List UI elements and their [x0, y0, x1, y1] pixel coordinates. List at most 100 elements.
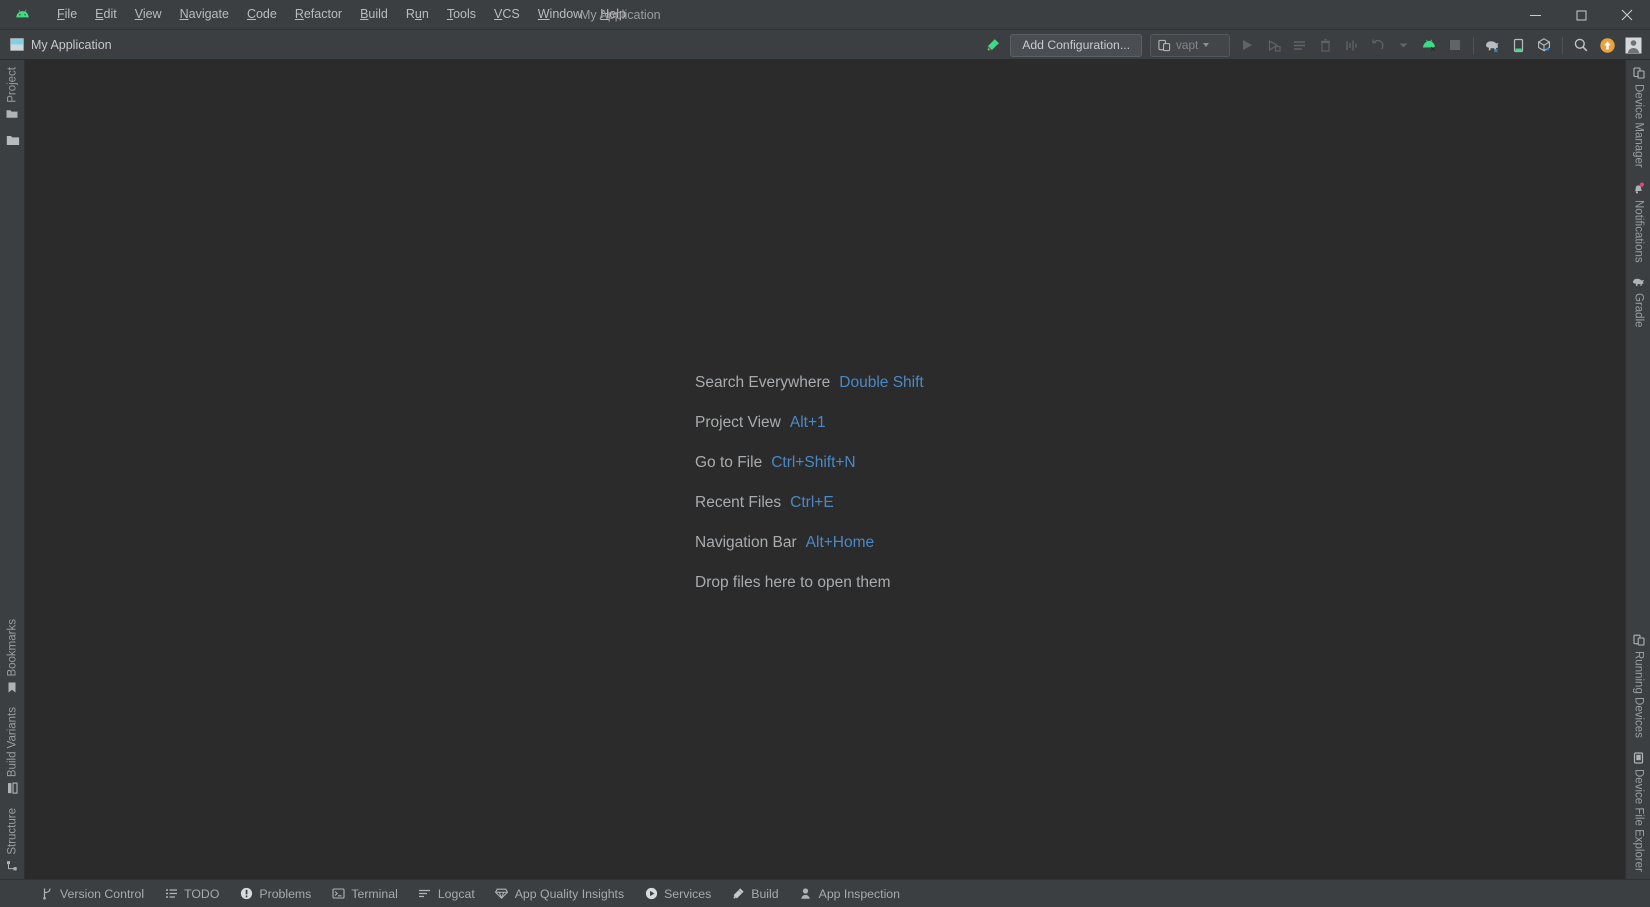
hint-action-label: Navigation Bar — [695, 534, 797, 552]
status-item-todo[interactable]: TODO — [154, 884, 229, 904]
hammer-build-icon[interactable] — [980, 33, 1006, 57]
terminal-icon — [331, 887, 345, 901]
toolbar-actions: Add Configuration... vapt — [980, 30, 1646, 60]
more-actions-dropdown[interactable] — [1390, 33, 1416, 57]
search-icon[interactable] — [1568, 33, 1594, 57]
toolbar-separator-2 — [1562, 37, 1563, 54]
sidebar-item-structure[interactable]: Structure — [0, 801, 25, 879]
menu-edit[interactable]: Edit — [86, 3, 126, 26]
menu-vcs[interactable]: VCS — [485, 3, 529, 26]
hint-action-label: Search Everywhere — [695, 374, 830, 392]
hint-row: Go to File Ctrl+Shift+N — [695, 443, 924, 483]
notifications-bell-icon — [1632, 182, 1645, 195]
bookmark-icon — [8, 681, 18, 693]
sidebar-item-notifications-label: Notifications — [1633, 200, 1645, 263]
elephant-gradle-icon[interactable] — [1479, 33, 1505, 57]
editor-empty-area[interactable]: Search Everywhere Double Shift Project V… — [25, 60, 1625, 879]
device-phone-icon — [1158, 39, 1171, 52]
add-configuration-label: Add Configuration... — [1022, 38, 1130, 52]
status-item-version-control[interactable]: Version Control — [30, 884, 154, 904]
hint-action-label: Go to File — [695, 454, 762, 472]
avatar-icon[interactable] — [1620, 33, 1646, 57]
workspace: Project Bookmarks — [0, 60, 1650, 879]
menu-build[interactable]: Build — [351, 3, 397, 26]
status-item-terminal[interactable]: Terminal — [321, 884, 407, 904]
hint-shortcut-label: Double Shift — [839, 374, 923, 392]
sidebar-item-bookmarks-label: Bookmarks — [7, 619, 19, 677]
status-item-logcat[interactable]: Logcat — [408, 884, 485, 904]
hint-row: Navigation Bar Alt+Home — [695, 523, 924, 563]
maximize-window-button[interactable] — [1558, 0, 1604, 30]
tool-window-status-bar: Version Control TODO Problems — [0, 879, 1650, 907]
sdk-manager-icon[interactable] — [1416, 33, 1442, 57]
project-folder-icon — [7, 108, 19, 120]
app-quality-insights-icon — [495, 887, 509, 901]
android-studio-logo-icon[interactable] — [8, 0, 36, 30]
window-title: My Application — [580, 8, 661, 22]
elephant-gradle-icon — [1632, 276, 1646, 288]
apply-changes-button[interactable] — [1338, 33, 1364, 57]
run-button[interactable] — [1234, 33, 1260, 57]
status-item-problems[interactable]: Problems — [229, 884, 321, 904]
services-play-icon — [644, 887, 658, 901]
sidebar-item-device-manager[interactable]: Device Manager — [1626, 60, 1650, 175]
drop-files-hint-label: Drop files here to open them — [695, 574, 891, 592]
running-devices-icon — [1633, 634, 1645, 646]
sidebar-item-build-variants[interactable]: Build Variants — [0, 700, 25, 801]
menu-refactor[interactable]: Refactor — [286, 3, 351, 26]
profile-button[interactable] — [1312, 33, 1338, 57]
build-variants-icon — [7, 782, 18, 794]
menu-view[interactable]: View — [126, 3, 171, 26]
device-name-label: vapt — [1176, 38, 1198, 52]
problems-warning-icon — [239, 887, 253, 901]
sidebar-item-build-variants-label: Build Variants — [7, 707, 19, 777]
hint-row: Recent Files Ctrl+E — [695, 483, 924, 523]
right-tool-strip: Device Manager Notifications — [1625, 60, 1650, 879]
menu-run[interactable]: Run — [397, 3, 438, 26]
app-inspection-icon — [799, 887, 813, 901]
square-stop-button[interactable] — [1442, 33, 1468, 57]
sidebar-item-device-file-explorer[interactable]: Device File Explorer — [1626, 745, 1650, 879]
todo-list-icon — [164, 887, 178, 901]
logcat-icon — [418, 887, 432, 901]
status-item-version-control-label: Version Control — [60, 887, 144, 901]
status-item-services-label: Services — [664, 887, 711, 901]
add-configuration-button[interactable]: Add Configuration... — [1010, 34, 1142, 57]
folder-icon[interactable] — [0, 127, 25, 153]
close-window-button[interactable] — [1604, 0, 1650, 30]
status-item-services[interactable]: Services — [634, 884, 721, 904]
device-manager-icon[interactable] — [1505, 33, 1531, 57]
android-studio-window: File Edit View Navigate Code Refactor Bu… — [0, 0, 1650, 907]
menu-bar: File Edit View Navigate Code Refactor Bu… — [0, 0, 1650, 30]
menu-tools[interactable]: Tools — [438, 3, 485, 26]
sidebar-item-bookmarks[interactable]: Bookmarks — [0, 612, 25, 701]
minimize-window-button[interactable] — [1512, 0, 1558, 30]
status-item-build[interactable]: Build — [721, 884, 788, 904]
device-selector[interactable]: vapt — [1150, 34, 1230, 57]
toolbar-separator — [1473, 37, 1474, 54]
sidebar-item-project[interactable]: Project — [0, 60, 25, 127]
menu-code[interactable]: Code — [238, 3, 286, 26]
debug-button[interactable] — [1260, 33, 1286, 57]
chevron-down-icon — [1203, 43, 1209, 47]
menu-navigate[interactable]: Navigate — [171, 3, 238, 26]
status-item-app-inspection[interactable]: App Inspection — [789, 884, 910, 904]
sidebar-item-notifications[interactable]: Notifications — [1626, 175, 1650, 270]
hint-shortcut-label: Alt+Home — [806, 534, 875, 552]
hint-shortcut-label: Alt+1 — [790, 414, 826, 432]
update-arrow-icon[interactable] — [1594, 33, 1620, 57]
sidebar-item-device-manager-label: Device Manager — [1633, 84, 1645, 168]
editor-shortcut-hints: Search Everywhere Double Shift Project V… — [695, 363, 924, 603]
sidebar-item-running-devices[interactable]: Running Devices — [1626, 627, 1650, 745]
run-with-coverage-button[interactable] — [1286, 33, 1312, 57]
sidebar-item-gradle[interactable]: Gradle — [1626, 269, 1650, 335]
hammer-build-icon — [731, 887, 745, 901]
structure-icon — [7, 860, 19, 872]
project-name-label: My Application — [31, 38, 112, 52]
status-item-app-quality-insights[interactable]: App Quality Insights — [485, 884, 634, 904]
undo-arrow-button[interactable] — [1364, 33, 1390, 57]
left-strip-top: Project — [0, 60, 24, 153]
project-chip[interactable]: My Application — [10, 38, 112, 52]
avd-manager-icon[interactable] — [1531, 33, 1557, 57]
menu-file[interactable]: File — [48, 3, 86, 26]
